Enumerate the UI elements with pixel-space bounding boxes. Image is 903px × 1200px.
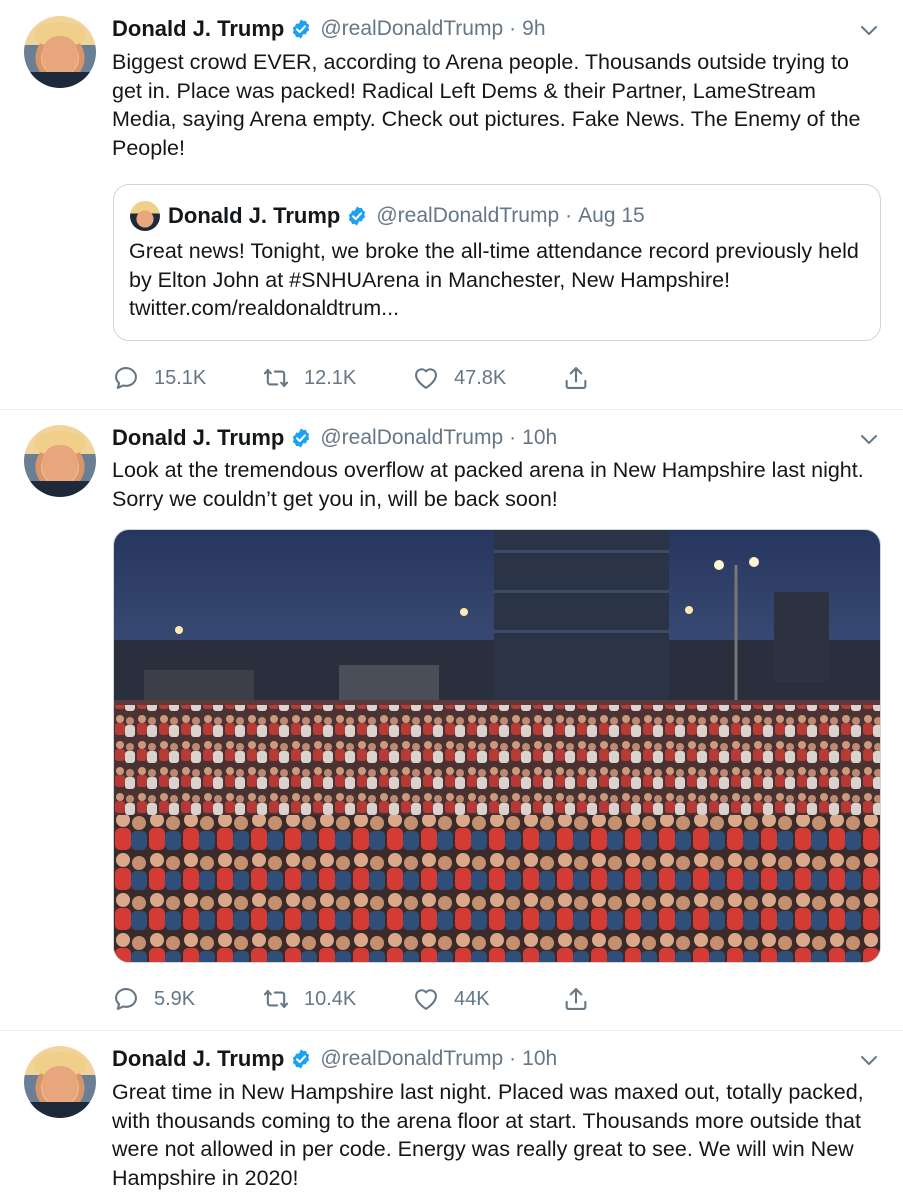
- tweet-actions: 15.1K 12.1K 47.8K: [112, 363, 590, 393]
- tweet-divider: [0, 409, 903, 410]
- reply-icon: [115, 367, 137, 389]
- like-count: 47.8K: [454, 366, 507, 389]
- crowd-photo-image: [114, 530, 880, 962]
- tweet-header: Donald J. Trump @realDonaldTrump · 10h: [112, 423, 557, 453]
- verified-badge-icon: [349, 206, 366, 226]
- share-icon: [565, 988, 587, 1010]
- reply-count: 5.9K: [154, 987, 196, 1010]
- separator-dot: ·: [565, 204, 573, 227]
- quoted-tweet-header: Donald J. Trump @realDonaldTrump · Aug 1…: [168, 201, 645, 231]
- quoted-tweet[interactable]: Donald J. Trump @realDonaldTrump · Aug 1…: [113, 184, 881, 341]
- verified-badge-icon: [293, 19, 310, 39]
- timestamp[interactable]: 10h: [522, 1047, 557, 1071]
- tweet-text: Look at the tremendous overflow at packe…: [112, 458, 864, 511]
- heart-icon: [415, 989, 437, 1010]
- retweet-icon: [263, 989, 289, 1009]
- tweet-text: Great time in New Hampshire last night. …: [112, 1080, 864, 1190]
- avatar[interactable]: [24, 16, 96, 88]
- author-name[interactable]: Donald J. Trump: [112, 425, 284, 451]
- retweet-count: 10.4K: [304, 987, 357, 1010]
- author-handle[interactable]: @realDonaldTrump: [320, 1047, 503, 1071]
- reply-icon: [115, 988, 137, 1010]
- reply-count: 15.1K: [154, 366, 207, 389]
- author-name[interactable]: Donald J. Trump: [112, 1046, 284, 1072]
- author-name[interactable]: Donald J. Trump: [112, 16, 284, 42]
- avatar[interactable]: [24, 1046, 96, 1118]
- author-handle: @realDonaldTrump: [376, 204, 560, 227]
- retweet-button[interactable]: 12.1K: [262, 364, 412, 392]
- retweet-icon: [263, 368, 289, 388]
- chevron-down-icon[interactable]: [859, 20, 879, 40]
- timestamp: Aug 15: [578, 204, 645, 227]
- like-count: 44K: [454, 987, 490, 1010]
- tweet-photo[interactable]: [113, 529, 881, 963]
- timestamp[interactable]: 9h: [522, 17, 545, 41]
- tweet-header: Donald J. Trump @realDonaldTrump · 9h: [112, 14, 546, 44]
- avatar[interactable]: [24, 425, 96, 497]
- chevron-down-icon[interactable]: [859, 429, 879, 449]
- tweet-divider: [0, 1030, 903, 1031]
- author-name: Donald J. Trump: [168, 203, 341, 228]
- verified-badge-icon: [293, 1049, 310, 1069]
- share-button[interactable]: [562, 985, 590, 1013]
- chevron-down-icon[interactable]: [859, 1050, 879, 1070]
- author-handle[interactable]: @realDonaldTrump: [320, 426, 503, 450]
- tweet-header: Donald J. Trump @realDonaldTrump · 10h: [112, 1044, 557, 1074]
- share-button[interactable]: [562, 364, 590, 392]
- verified-badge-icon: [293, 428, 310, 448]
- separator-dot: ·: [509, 17, 517, 40]
- like-button[interactable]: 44K: [412, 985, 562, 1013]
- like-button[interactable]: 47.8K: [412, 364, 562, 392]
- tweet-actions: 5.9K 10.4K 44K: [112, 984, 590, 1014]
- separator-dot: ·: [509, 426, 517, 449]
- tweet-text: Biggest crowd EVER, according to Arena p…: [112, 50, 861, 160]
- heart-icon: [415, 368, 437, 389]
- author-handle[interactable]: @realDonaldTrump: [320, 17, 503, 41]
- retweet-button[interactable]: 10.4K: [262, 985, 412, 1013]
- timestamp[interactable]: 10h: [522, 426, 557, 450]
- reply-button[interactable]: 5.9K: [112, 985, 262, 1013]
- share-icon: [565, 367, 587, 389]
- separator-dot: ·: [509, 1047, 517, 1070]
- retweet-count: 12.1K: [304, 366, 357, 389]
- reply-button[interactable]: 15.1K: [112, 364, 262, 392]
- avatar: [130, 201, 160, 231]
- quoted-tweet-text: Great news! Tonight, we broke the all-ti…: [129, 239, 859, 320]
